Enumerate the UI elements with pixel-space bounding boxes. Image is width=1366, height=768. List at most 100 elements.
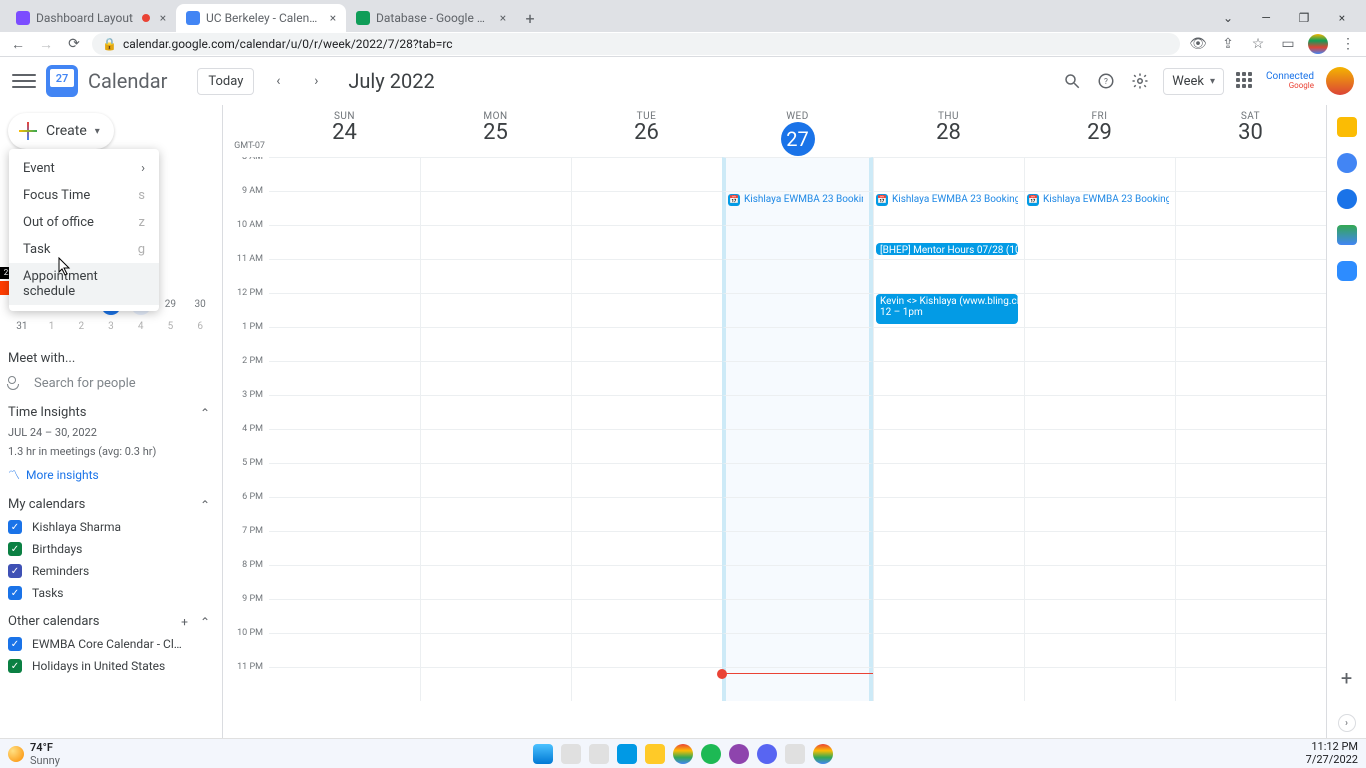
time-cell[interactable] [873,633,1024,667]
time-cell[interactable] [571,633,722,667]
time-cell[interactable] [571,667,722,701]
main-menu-icon[interactable] [12,69,36,93]
time-cell[interactable] [873,565,1024,599]
time-cell[interactable] [420,565,571,599]
calendar-list-item[interactable]: ✓Birthdays [8,542,210,556]
day-header[interactable]: MON25 [420,105,571,157]
time-cell[interactable] [420,225,571,259]
system-tray[interactable]: 11:12 PM 7/27/2022 [1306,741,1358,765]
time-cell[interactable]: 📅Kishlaya EWMBA 23 Booking Pag [722,191,873,225]
task-view-icon[interactable] [589,744,609,764]
menu-item-out-of-office[interactable]: Out of office z [9,209,159,236]
mini-cal-day[interactable]: 29 [160,295,180,315]
tasks-icon[interactable] [1337,153,1357,173]
time-cell[interactable] [722,361,873,395]
time-cell[interactable] [269,157,420,191]
tab-close-icon[interactable]: × [156,11,170,25]
time-cell[interactable] [571,531,722,565]
google-apps-icon[interactable] [1236,72,1254,90]
back-icon[interactable]: ← [8,34,28,54]
time-cell[interactable] [571,565,722,599]
time-cell[interactable] [1175,565,1326,599]
time-cell[interactable] [1024,497,1175,531]
calendar-list-item[interactable]: ✓Kishlaya Sharma [8,520,210,534]
time-cell[interactable] [420,429,571,463]
time-cell[interactable] [420,259,571,293]
time-cell[interactable] [722,633,873,667]
time-cell[interactable] [873,327,1024,361]
tab-search-chevron-icon[interactable]: ⌄ [1212,4,1244,32]
time-cell[interactable] [873,667,1024,701]
time-cell[interactable] [269,599,420,633]
time-cell[interactable] [420,633,571,667]
time-cell[interactable] [571,191,722,225]
get-addons-icon[interactable]: + [1341,666,1352,690]
time-cell[interactable] [269,225,420,259]
time-cell[interactable] [571,327,722,361]
time-cell[interactable] [1175,429,1326,463]
time-cell[interactable] [1175,327,1326,361]
app-icon[interactable] [617,744,637,764]
time-cell[interactable] [722,497,873,531]
contacts-icon[interactable] [1337,189,1357,209]
time-cell[interactable] [873,361,1024,395]
mini-cal-day[interactable]: 5 [160,317,180,337]
time-cell[interactable] [571,361,722,395]
time-cell[interactable] [1175,259,1326,293]
more-insights-link[interactable]: 〽 More insights [8,466,210,483]
eye-icon[interactable]: 👁 [1188,34,1208,54]
day-header-today[interactable]: WED27 [722,105,873,157]
bookmark-star-icon[interactable]: ☆ [1248,34,1268,54]
day-header[interactable]: THU28 [873,105,1024,157]
time-insights-toggle[interactable]: Time Insights ⌃ [8,405,210,420]
calendar-checkbox[interactable]: ✓ [8,564,22,578]
calendar-checkbox[interactable]: ✓ [8,542,22,556]
time-cell[interactable] [420,191,571,225]
help-icon[interactable]: ? [1095,70,1117,92]
time-cell[interactable]: 📅Kishlaya EWMBA 23 Booking Pag [1024,191,1175,225]
app-icon[interactable] [729,744,749,764]
time-cell[interactable] [571,259,722,293]
time-cell[interactable] [1175,225,1326,259]
time-cell[interactable] [722,327,873,361]
window-close-icon[interactable]: × [1326,4,1358,32]
time-cell[interactable] [1024,259,1175,293]
time-cell[interactable] [1024,429,1175,463]
search-people-input[interactable]: Search for people [8,376,222,391]
time-cell[interactable] [873,157,1024,191]
time-cell[interactable] [1175,361,1326,395]
week-body[interactable]: 8 AM9 AM📅Kishlaya EWMBA 23 Booking Pag📅K… [223,157,1326,738]
time-cell[interactable] [269,259,420,293]
time-cell[interactable] [1024,633,1175,667]
time-cell[interactable] [722,463,873,497]
calendar-event[interactable]: Kevin <> Kishlaya (www.bling.clo12 – 1pm [876,294,1018,324]
time-cell[interactable] [1024,293,1175,327]
my-calendars-toggle[interactable]: My calendars ⌃ [8,497,210,512]
time-cell[interactable] [1175,293,1326,327]
time-cell[interactable] [420,327,571,361]
other-calendars-toggle[interactable]: Other calendars + ⌃ [8,614,210,629]
create-button[interactable]: Create ▾ [8,113,114,149]
time-cell[interactable] [420,395,571,429]
kebab-menu-icon[interactable]: ⋮ [1338,34,1358,54]
time-cell[interactable] [1175,463,1326,497]
time-cell[interactable] [1024,531,1175,565]
time-cell[interactable] [1024,395,1175,429]
today-button[interactable]: Today [197,68,254,95]
address-bar[interactable]: 🔒 calendar.google.com/calendar/u/0/r/wee… [92,33,1180,55]
time-cell[interactable] [873,497,1024,531]
time-cell[interactable] [420,463,571,497]
browser-tab[interactable]: Database - Google Sheets × [346,4,516,32]
time-cell[interactable]: Kevin <> Kishlaya (www.bling.clo12 – 1pm [873,293,1024,327]
time-cell[interactable] [873,531,1024,565]
time-cell[interactable] [571,395,722,429]
time-cell[interactable] [269,293,420,327]
maps-icon[interactable] [1337,225,1357,245]
calendar-checkbox[interactable]: ✓ [8,586,22,600]
booking-page-event[interactable]: 📅Kishlaya EWMBA 23 Booking Pag [876,192,1018,208]
time-cell[interactable] [269,531,420,565]
mini-cal-day[interactable]: 2 [71,317,91,337]
time-cell[interactable] [269,463,420,497]
menu-item-task[interactable]: Task g [9,236,159,263]
day-header[interactable]: FRI29 [1024,105,1175,157]
